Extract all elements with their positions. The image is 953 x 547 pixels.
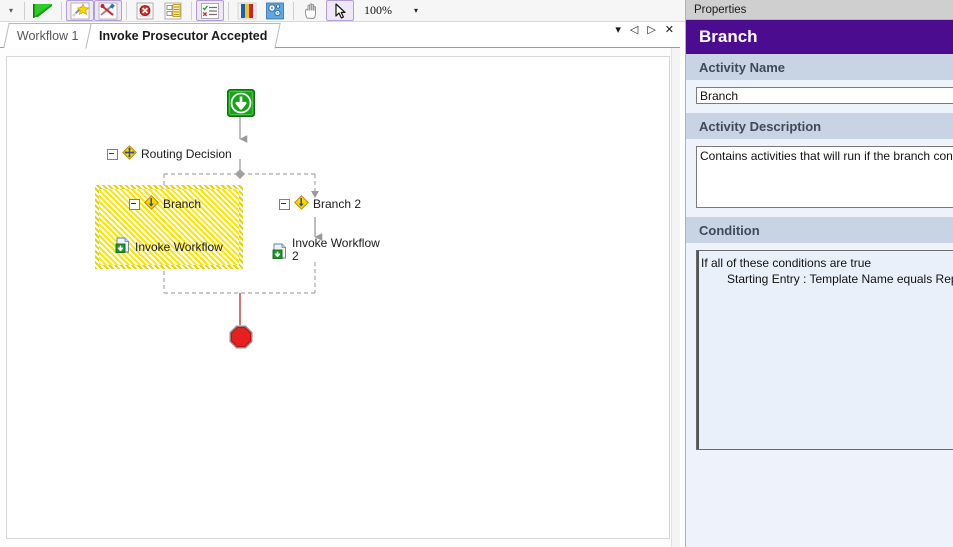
condition-line-2: Starting Entry : Template Name equals Re… [727, 272, 953, 286]
new-activity-button[interactable] [66, 0, 94, 21]
arrow-select-icon [330, 2, 350, 20]
edit-activity-button[interactable] [94, 0, 122, 21]
pan-tool-button[interactable] [298, 0, 326, 21]
branch-label: Branch [163, 197, 202, 211]
delete-activity-button[interactable] [131, 0, 159, 21]
zoom-level-label: 100% [364, 3, 392, 17]
toolbar-separator-1 [24, 1, 25, 20]
properties-header-branch: Branch [686, 20, 953, 54]
validate-workflow-button[interactable] [196, 0, 224, 21]
tab-prev-icon[interactable]: ◁ [630, 25, 638, 36]
routing-decision-expander-icon[interactable] [107, 148, 118, 160]
yellow-diamond-branch-icon [144, 195, 159, 213]
tab-close-icon[interactable]: ✕ [665, 25, 674, 36]
wand-tools-icon [98, 2, 118, 20]
branch-node[interactable]: Branch [129, 195, 201, 213]
branch-2-label: Branch 2 [313, 197, 362, 211]
yellow-diamond-branch-icon [294, 195, 309, 213]
routing-decision-label: Routing Decision [141, 147, 232, 161]
wand-star-icon [70, 2, 90, 20]
color-legend-button[interactable] [233, 0, 261, 21]
invoke-workflow-2-label-line-1: Invoke Workflow [292, 236, 380, 250]
activity-description-field-wrap: Contains activities that will run if the… [686, 139, 953, 217]
tab-next-icon[interactable]: ▷ [647, 25, 655, 36]
toolbar-separator-2 [61, 1, 62, 20]
condition-line-1: If all of these conditions are true [701, 256, 872, 270]
invoke-workflow-2-label-line-2: 2 [292, 249, 299, 263]
tab-workflow-1[interactable]: Workflow 1 [3, 23, 93, 48]
invoke-workflow-document-icon [115, 237, 131, 256]
document-delete-icon [135, 2, 155, 20]
condition-field-wrap: If all of these conditions are true Star… [686, 243, 953, 459]
properties-panel: Properties Branch Activity Name Branch A… [685, 0, 953, 547]
application-window: ▾ 100% ▾ Workflow 1 Invoke Prosecutor Ac… [0, 0, 953, 547]
workflow-connectors [160, 117, 323, 325]
tab-bar-controls: ▾ ◁ ▷ ✕ [615, 25, 674, 36]
toolbar-separator-4 [191, 1, 192, 20]
invoke-workflow-document-icon [272, 243, 288, 264]
section-heading-condition: Condition [686, 217, 953, 243]
tab-list-dropdown-icon[interactable]: ▾ [615, 25, 621, 36]
activity-name-input[interactable]: Branch [696, 87, 953, 104]
invoke-workflow-label: Invoke Workflow [135, 239, 223, 254]
properties-button[interactable] [159, 0, 187, 21]
invoke-workflow-2-node[interactable]: Invoke Workflow 2 [272, 237, 380, 264]
branch-2-node[interactable]: Branch 2 [279, 195, 361, 213]
activity-description-textarea[interactable]: Contains activities that will run if the… [696, 146, 953, 208]
select-tool-button[interactable] [326, 0, 354, 21]
zoom-dropdown-caret-icon[interactable]: ▾ [414, 6, 418, 15]
run-workflow-button[interactable] [29, 0, 57, 21]
document-properties-icon [163, 2, 183, 20]
workflow-canvas[interactable]: Routing Decision Branch Invoke Workflow … [6, 56, 670, 539]
tab-invoke-prosecutor-accepted[interactable]: Invoke Prosecutor Accepted [85, 23, 282, 49]
routing-decision-node[interactable]: Routing Decision [107, 145, 232, 163]
activity-name-field-wrap: Branch [686, 80, 953, 113]
tab-workflow-1-label: Workflow 1 [16, 29, 79, 43]
stop-node[interactable] [229, 325, 253, 354]
green-start-down-arrow-icon [226, 88, 256, 121]
blue-gears-icon [265, 2, 285, 20]
color-bars-icon [237, 2, 257, 20]
green-play-flag-icon [32, 2, 54, 20]
branch-expander-icon[interactable] [129, 198, 140, 210]
toolbar-separator-5 [228, 1, 229, 20]
workflow-tab-bar: Workflow 1 Invoke Prosecutor Accepted ▾ … [0, 22, 680, 49]
condition-box[interactable]: If all of these conditions are true Star… [696, 250, 953, 450]
condition-left-caret [697, 251, 699, 449]
section-heading-activity-name: Activity Name [686, 54, 953, 80]
workflow-canvas-area: Routing Decision Branch Invoke Workflow … [0, 48, 680, 547]
checklist-validate-icon [200, 2, 220, 20]
toolbar-separator-3 [126, 1, 127, 20]
properties-panel-title: Properties [686, 0, 953, 20]
start-node[interactable] [226, 88, 256, 122]
workflow-settings-button[interactable] [261, 0, 289, 21]
invoke-workflow-node[interactable]: Invoke Workflow [115, 237, 223, 256]
section-heading-activity-description: Activity Description [686, 113, 953, 139]
tab-invoke-prosecutor-accepted-label: Invoke Prosecutor Accepted [99, 29, 268, 43]
toolbar-overflow-caret-icon[interactable]: ▾ [2, 1, 20, 21]
canvas-right-gutter [671, 48, 680, 547]
red-octagon-stop-icon [229, 325, 253, 353]
hand-pan-icon [302, 2, 322, 20]
toolbar-separator-6 [293, 1, 294, 20]
yellow-diamond-routing-icon [122, 145, 137, 163]
branch-2-expander-icon[interactable] [279, 198, 290, 210]
